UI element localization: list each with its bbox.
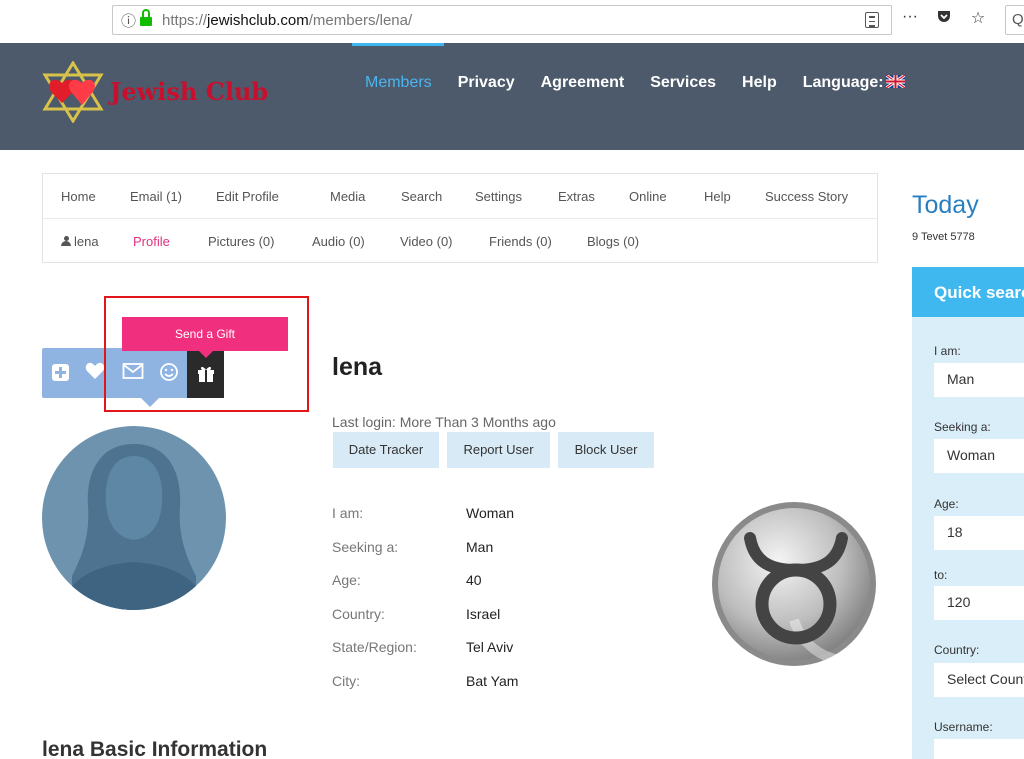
subnav-email[interactable]: Email (1): [130, 189, 182, 204]
subnav-blogs[interactable]: Blogs (0): [587, 234, 639, 249]
qs-country-label: Country:: [934, 643, 980, 657]
qs-age-label: Age:: [934, 497, 959, 511]
default-female-avatar[interactable]: [42, 426, 226, 610]
uk-flag-icon: [885, 75, 905, 88]
subnav-audio[interactable]: Audio (0): [312, 234, 365, 249]
search-icon: Q: [1012, 11, 1024, 28]
subnav-username-label: lena: [74, 234, 99, 249]
reader-view-icon[interactable]: [865, 12, 879, 28]
member-subnav: Home Email (1) Edit Profile Media Search…: [42, 173, 878, 263]
quick-search-header: Quick search: [912, 267, 1024, 317]
site-header: Jewish Club Members Privacy Agreement Se…: [0, 43, 1024, 150]
info-icon[interactable]: ⓘ: [121, 10, 136, 31]
last-login: Last login: More Than 3 Months ago: [332, 414, 556, 430]
more-actions-icon[interactable]: ···: [900, 8, 920, 29]
today-title: Today: [912, 191, 979, 219]
info-value-state: Tel Aviv: [466, 639, 514, 655]
quick-search-panel: Quick search I am: Man Seeking a: Woman …: [912, 267, 1024, 759]
subnav-friends[interactable]: Friends (0): [489, 234, 552, 249]
subnav-edit-profile[interactable]: Edit Profile: [216, 189, 279, 204]
quick-search-title: Quick search: [934, 283, 1024, 302]
star-of-david-hearts-icon[interactable]: [40, 61, 106, 123]
subnav-pictures[interactable]: Pictures (0): [208, 234, 274, 249]
qs-seeking-label: Seeking a:: [934, 420, 991, 434]
nav-members[interactable]: Members: [365, 74, 432, 92]
qs-username-input[interactable]: [934, 739, 1024, 759]
subnav-home[interactable]: Home: [61, 189, 96, 204]
qs-iam-label: I am:: [934, 344, 961, 358]
nav-privacy[interactable]: Privacy: [458, 74, 515, 92]
qs-iam-select[interactable]: Man: [934, 363, 1024, 397]
info-label-state: State/Region:: [332, 639, 417, 655]
info-value-age: 40: [466, 572, 482, 588]
subnav-help[interactable]: Help: [704, 189, 731, 204]
basic-information-heading: lena Basic Information: [42, 738, 268, 759]
info-label-country: Country:: [332, 606, 385, 622]
active-nav-indicator: [352, 43, 444, 46]
subnav-settings[interactable]: Settings: [475, 189, 522, 204]
info-value-seeking: Man: [466, 539, 494, 555]
qs-country-select[interactable]: Select Country: [934, 663, 1024, 697]
info-label-iam: I am:: [332, 505, 364, 521]
date-tracker-button[interactable]: Date Tracker: [333, 432, 439, 468]
pocket-icon[interactable]: [934, 8, 954, 29]
search-box[interactable]: Q: [1005, 5, 1024, 35]
nav-language-label: Language:: [802, 74, 884, 91]
info-label-city: City:: [332, 673, 360, 689]
info-label-seeking: Seeking a:: [332, 539, 399, 555]
browser-toolbar: ⓘ https://jewishclub.com/members/lena/ ·…: [0, 0, 1024, 43]
highlight-annotation: [104, 296, 309, 412]
heart-icon[interactable]: [84, 362, 106, 384]
subnav-media[interactable]: Media: [330, 189, 365, 204]
bookmark-star-icon[interactable]: ☆: [968, 8, 988, 29]
subnav-search[interactable]: Search: [401, 189, 442, 204]
nav-language[interactable]: Language:: [803, 74, 905, 92]
address-bar[interactable]: ⓘ https://jewishclub.com/members/lena/: [112, 5, 892, 35]
lock-icon[interactable]: [140, 9, 153, 26]
info-value-country: Israel: [466, 606, 501, 622]
site-logo-text[interactable]: Jewish Club: [110, 77, 268, 106]
hebrew-date: 9 Tevet 5778: [912, 231, 975, 243]
subnav-profile[interactable]: Profile: [133, 234, 170, 249]
main-nav: Members Privacy Agreement Services Help …: [365, 74, 931, 92]
nav-help[interactable]: Help: [742, 74, 777, 92]
qs-age-from-select[interactable]: 18: [934, 516, 1024, 550]
subnav-success-story[interactable]: Success Story: [765, 189, 848, 204]
qs-age-to-label: to:: [934, 568, 948, 582]
block-user-button[interactable]: Block User: [558, 432, 654, 468]
subnav-extras[interactable]: Extras: [558, 189, 595, 204]
qs-username-label: Username:: [934, 720, 993, 734]
subnav-online[interactable]: Online: [629, 189, 667, 204]
qs-seeking-select[interactable]: Woman: [934, 439, 1024, 473]
nav-agreement[interactable]: Agreement: [541, 74, 625, 92]
add-icon[interactable]: [50, 362, 72, 384]
nav-services[interactable]: Services: [650, 74, 716, 92]
info-label-age: Age:: [332, 572, 361, 588]
info-value-city: Bat Yam: [466, 673, 519, 689]
url-text[interactable]: https://jewishclub.com/members/lena/: [162, 12, 412, 29]
qs-age-to-select[interactable]: 120: [934, 586, 1024, 620]
profile-name: lena: [332, 353, 383, 381]
subnav-video[interactable]: Video (0): [400, 234, 453, 249]
subnav-username[interactable]: lena: [61, 234, 99, 249]
user-icon: [61, 236, 71, 246]
taurus-icon: [712, 502, 876, 666]
info-value-iam: Woman: [466, 505, 514, 521]
report-user-button[interactable]: Report User: [447, 432, 550, 468]
